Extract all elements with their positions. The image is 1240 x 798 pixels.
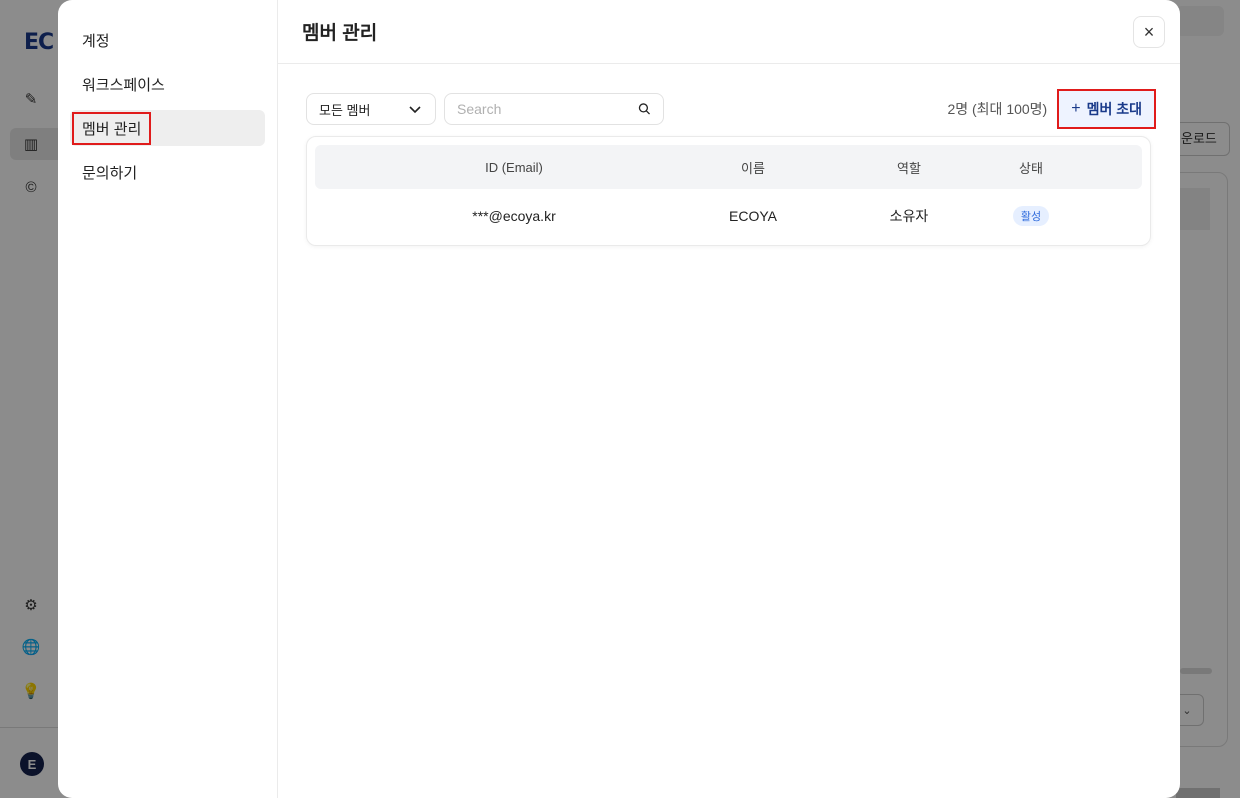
nav-item-label: 문의하기: [82, 164, 138, 182]
cell-name: ECOYA: [729, 208, 777, 224]
column-header-name: 이름: [741, 160, 765, 176]
search-icon[interactable]: [638, 100, 651, 118]
cell-status: 활성: [985, 206, 1077, 226]
search-box: [444, 93, 664, 125]
close-button[interactable]: ×: [1133, 16, 1165, 48]
nav-item-contact[interactable]: 문의하기: [70, 154, 265, 190]
chevron-down-icon: [409, 106, 421, 114]
status-badge: 활성: [1012, 206, 1050, 226]
settings-modal: 계정 워크스페이스 멤버 관리 문의하기 멤버 관리 × 모든 멤버 Searc…: [58, 0, 1180, 798]
column-header-status: 상태: [1019, 160, 1043, 176]
nav-item-member-management[interactable]: 멤버 관리: [70, 110, 265, 146]
nav-item-label: 멤버 관리: [72, 111, 152, 145]
member-count: 2명 (최대 100명): [947, 101, 1048, 117]
content-header: 멤버 관리: [278, 0, 1180, 64]
table-header: ID (Email) 이름 역할 상태: [315, 145, 1142, 189]
plus-icon: +: [1071, 100, 1081, 117]
settings-nav: 계정 워크스페이스 멤버 관리 문의하기: [58, 0, 278, 798]
search-input[interactable]: [457, 101, 638, 117]
invite-label: 멤버 초대: [1086, 101, 1142, 117]
nav-item-account[interactable]: 계정: [70, 22, 265, 58]
column-header-role: 역할: [897, 160, 921, 176]
nav-item-workspace[interactable]: 워크스페이스: [70, 66, 265, 102]
page-title: 멤버 관리: [302, 23, 378, 44]
nav-item-label: 워크스페이스: [82, 76, 165, 94]
member-filter-dropdown[interactable]: 모든 멤버: [306, 93, 436, 125]
member-table: ID (Email) 이름 역할 상태 ***@ecoya.kr ECOYA 소…: [306, 136, 1151, 246]
cell-email: ***@ecoya.kr: [472, 208, 556, 224]
settings-content: 멤버 관리 × 모든 멤버 2명 (최대 100명) + 멤버 초대 ID (E…: [278, 0, 1180, 798]
member-toolbar: 모든 멤버 2명 (최대 100명) + 멤버 초대: [306, 89, 1156, 129]
column-header-email: ID (Email): [485, 159, 543, 175]
cell-role: 소유자: [889, 208, 929, 224]
invite-member-button[interactable]: + 멤버 초대: [1057, 89, 1156, 129]
filter-value: 모든 멤버: [319, 102, 371, 118]
close-icon: ×: [1143, 21, 1155, 42]
table-row[interactable]: ***@ecoya.kr ECOYA 소유자 활성: [315, 189, 1142, 243]
nav-item-label: 계정: [82, 32, 110, 50]
